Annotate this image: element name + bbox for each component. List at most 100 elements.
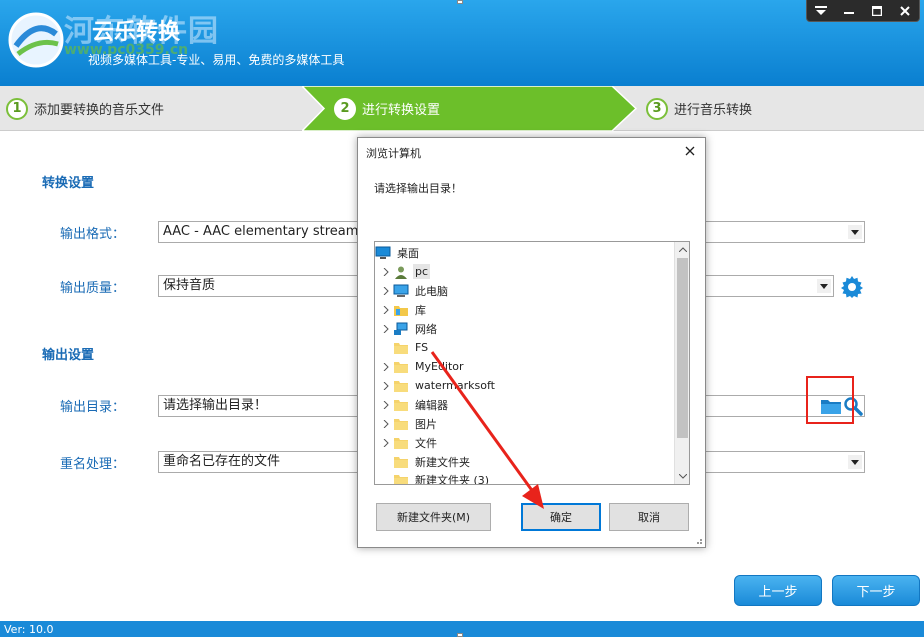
gear-icon[interactable] [840, 275, 864, 299]
tree-item-this-pc[interactable]: 此电脑 [379, 281, 450, 300]
step-bar: 1 添加要转换的音乐文件 2 进行转换设置 3 进行音乐转换 [0, 86, 924, 131]
chevron-right-icon[interactable] [379, 433, 393, 452]
tree-item-label: 新建文件夹 [415, 455, 470, 469]
folder-icon [393, 340, 409, 356]
chevron-right-icon[interactable] [379, 281, 393, 300]
tree-item-network[interactable]: 网络 [379, 319, 439, 338]
tree-item-pictures[interactable]: 图片 [379, 414, 439, 433]
resize-grip-icon[interactable] [693, 535, 703, 545]
rename-label: 重名处理： [60, 457, 126, 472]
quality-label: 输出质量： [60, 281, 126, 296]
scroll-thumb[interactable] [677, 258, 688, 438]
tree-item-label: 库 [415, 303, 426, 317]
step-number: 2 [334, 97, 356, 120]
chevron-down-icon [848, 225, 862, 239]
maximize-icon [872, 6, 882, 16]
output-dir-value: 请选择输出目录！ [163, 398, 268, 413]
app-header: 河东软件园 云乐转换 www.pc0359.cn 视频多媒体工具-专业、易用、免… [0, 0, 924, 86]
network-icon [393, 321, 409, 337]
tree-item-label: 桌面 [397, 246, 419, 260]
tree-item-files[interactable]: 文件 [379, 433, 439, 452]
folder-icon [393, 416, 409, 432]
dialog-title: 浏览计算机 [366, 147, 421, 160]
chevron-right-icon[interactable] [379, 414, 393, 433]
ok-button[interactable]: 确定 [521, 503, 601, 531]
tree-item-new-folder-3[interactable]: 新建文件夹 (3) [393, 470, 491, 485]
folder-icon [393, 435, 409, 451]
tree-item-label: FS [415, 341, 429, 354]
tree-item-label: 网络 [415, 322, 437, 336]
dialog-close-button[interactable] [681, 142, 699, 160]
prev-button[interactable]: 上一步 [734, 575, 822, 606]
rename-value: 重命名已存在的文件 [163, 454, 281, 469]
folder-icon [393, 454, 409, 470]
output-dir-label: 输出目录： [60, 400, 126, 415]
tree-item-label: MyEditor [415, 360, 464, 373]
step-number: 3 [646, 97, 668, 120]
tree-item-myeditor[interactable]: MyEditor [379, 357, 466, 376]
tree-item-pc[interactable]: pc [379, 262, 431, 281]
tree-item-editor[interactable]: 编辑器 [379, 395, 450, 414]
user-icon [393, 264, 409, 280]
folder-icon [393, 397, 409, 413]
tree-item-new-folder[interactable]: 新建文件夹 [393, 452, 472, 471]
step-label: 进行音乐转换 [674, 103, 753, 118]
chevron-up-icon [678, 247, 687, 252]
library-icon [393, 302, 409, 318]
bottom-resize-handle [457, 633, 463, 637]
scroll-down-arrow[interactable] [675, 469, 689, 484]
app-subtitle: 视频多媒体工具-专业、易用、免费的多媒体工具 [88, 53, 345, 67]
menu-button[interactable] [807, 0, 835, 22]
highlight-annotation [806, 376, 854, 424]
minimize-button[interactable] [835, 0, 863, 22]
top-resize-handle [457, 0, 463, 4]
new-folder-button[interactable]: 新建文件夹(M) [376, 503, 491, 531]
cancel-button[interactable]: 取消 [609, 503, 689, 531]
maximize-button[interactable] [863, 0, 891, 22]
close-button[interactable] [891, 0, 919, 22]
menu-icon [815, 6, 827, 15]
tree-item-label: 文件 [415, 436, 437, 450]
folder-icon [393, 359, 409, 375]
chevron-right-icon[interactable] [379, 395, 393, 414]
version-text: Ver: 10.0 [4, 623, 54, 636]
step-convert[interactable]: 3 进行音乐转换 [646, 86, 752, 131]
tree-item-library[interactable]: 库 [379, 300, 428, 319]
step-label: 添加要转换的音乐文件 [34, 103, 165, 118]
tree-item-label: 新建文件夹 (3) [415, 473, 490, 485]
tree-item-fs[interactable]: FS [393, 338, 430, 357]
close-icon [685, 146, 695, 156]
step-label: 进行转换设置 [362, 103, 441, 118]
convert-settings-title: 转换设置 [42, 176, 95, 191]
chevron-right-icon[interactable] [379, 262, 393, 281]
next-button[interactable]: 下一步 [832, 575, 920, 606]
scroll-up-arrow[interactable] [675, 242, 689, 257]
chevron-right-icon[interactable] [379, 357, 393, 376]
app-logo-icon [8, 12, 64, 68]
browse-folder-dialog: 浏览计算机 请选择输出目录！ 桌面 pc 此电脑 库 网络 FS MyEdito… [357, 137, 706, 548]
minimize-icon [844, 12, 854, 14]
tree-item-label: pc [413, 264, 431, 279]
step-settings[interactable]: 2 进行转换设置 [334, 86, 440, 131]
tree-item-label: watermarksoft [415, 379, 495, 392]
folder-tree[interactable]: 桌面 pc 此电脑 库 网络 FS MyEditor watermarksoft… [374, 241, 690, 485]
tree-item-watermarksoft[interactable]: watermarksoft [379, 376, 497, 395]
close-icon [900, 6, 910, 16]
chevron-down-icon [817, 279, 831, 293]
chevron-right-icon[interactable] [379, 319, 393, 338]
dialog-prompt: 请选择输出目录！ [374, 182, 462, 195]
step-add-files[interactable]: 1 添加要转换的音乐文件 [6, 86, 164, 131]
tree-item-label: 此电脑 [415, 284, 448, 298]
tree-item-desktop[interactable]: 桌面 [375, 243, 421, 262]
format-label: 输出格式： [60, 227, 126, 242]
quality-value: 保持音质 [163, 278, 216, 293]
step-number: 1 [6, 97, 28, 120]
chevron-right-icon[interactable] [379, 300, 393, 319]
tree-scrollbar[interactable] [674, 242, 689, 484]
computer-icon [393, 283, 409, 299]
format-value: AAC - AAC elementary stream ( [163, 224, 368, 239]
chevron-right-icon[interactable] [379, 376, 393, 395]
chevron-down-icon [848, 455, 862, 469]
tree-item-label: 编辑器 [415, 398, 448, 412]
folder-icon [393, 378, 409, 394]
